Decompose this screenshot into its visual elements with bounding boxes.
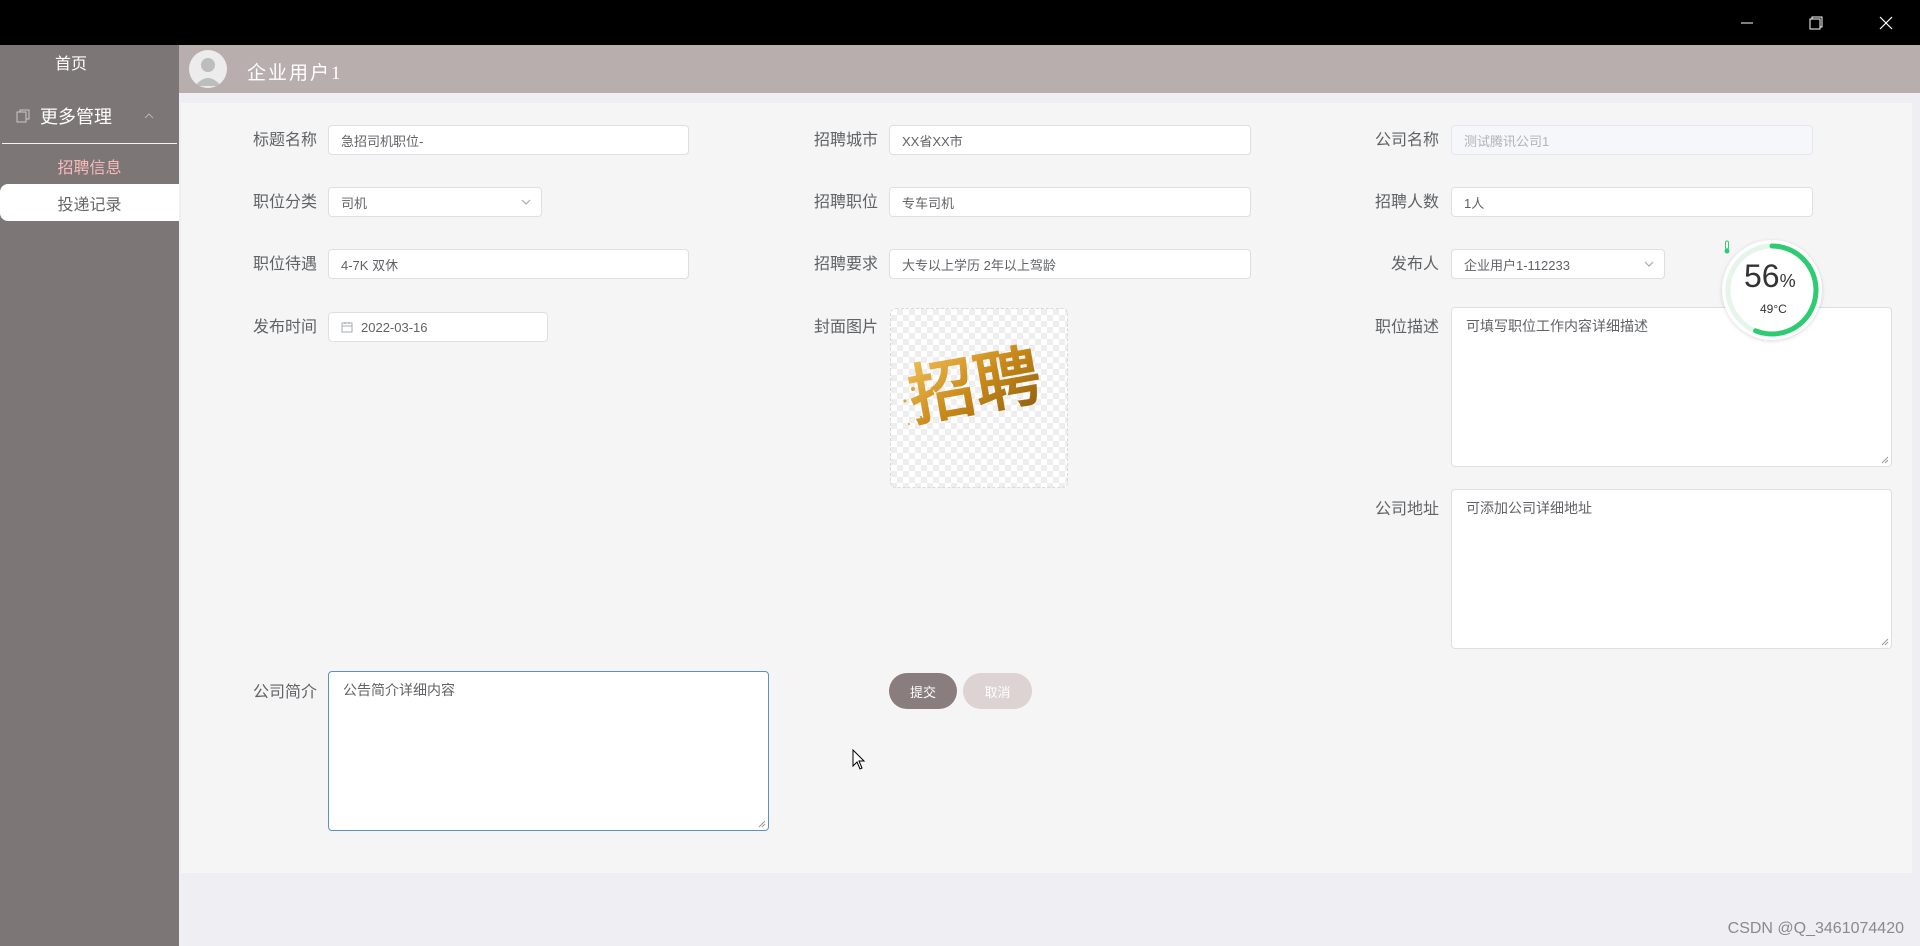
publish-time-value: 2022-03-16 xyxy=(361,319,428,335)
job-desc-value: 可填写职位工作内容详细描述 xyxy=(1466,318,1648,334)
nav-group-label: 更多管理 xyxy=(40,107,112,127)
close-icon xyxy=(1879,16,1892,29)
publish-time-label: 发布时间 xyxy=(252,319,317,336)
cover-image: 招聘 xyxy=(903,336,1047,436)
gauge-percent-value: 56 xyxy=(1744,258,1780,294)
calendar-icon xyxy=(341,322,353,333)
salary-input[interactable]: 4-7K 双休 xyxy=(328,249,689,279)
address-textarea[interactable]: 可添加公司详细地址 xyxy=(1451,489,1892,649)
publisher-label: 发布人 xyxy=(1390,256,1439,273)
job-desc-label: 职位描述 xyxy=(1374,319,1439,336)
gauge-percent-sign: % xyxy=(1779,271,1796,291)
cover-image-upload[interactable]: 招聘 xyxy=(890,308,1068,488)
publisher-select-value: 企业用户1-112233 xyxy=(1464,257,1570,273)
nav-divider xyxy=(2,143,177,144)
sidebar-item-recruitment-info[interactable]: 招聘信息 xyxy=(0,147,179,184)
window-titlebar xyxy=(0,0,1920,45)
close-button[interactable] xyxy=(1851,0,1920,45)
requirement-label: 招聘要求 xyxy=(813,256,878,273)
thermometer-icon xyxy=(1724,240,1730,254)
position-input[interactable]: 专车司机 xyxy=(889,187,1251,217)
requirement-input[interactable]: 大专以上学历 2年以上驾龄 xyxy=(889,249,1251,279)
minimize-button[interactable] xyxy=(1712,0,1781,45)
restore-icon xyxy=(1809,16,1822,29)
user-icon xyxy=(195,58,221,86)
title-label: 标题名称 xyxy=(252,132,317,149)
requirement-input-value: 大专以上学历 2年以上驾龄 xyxy=(902,257,1056,273)
salary-label: 职位待遇 xyxy=(252,256,317,273)
category-select-value: 司机 xyxy=(341,195,368,211)
cover-art-text: 招聘 xyxy=(903,336,1047,436)
intro-value: 公告简介详细内容 xyxy=(343,682,455,698)
position-input-value: 专车司机 xyxy=(902,195,955,211)
job-desc-textarea[interactable]: 可填写职位工作内容详细描述 xyxy=(1451,307,1892,467)
copy-icon xyxy=(16,109,30,123)
address-value: 可添加公司详细地址 xyxy=(1466,500,1592,516)
resize-handle-icon[interactable] xyxy=(1881,638,1889,646)
position-label: 招聘职位 xyxy=(813,194,878,211)
publisher-select[interactable]: 企业用户1-112233 xyxy=(1451,249,1665,279)
address-label: 公司地址 xyxy=(1374,501,1439,518)
gauge-temperature: 49°C xyxy=(1760,302,1787,316)
city-input[interactable]: XX省XX市 xyxy=(889,125,1251,155)
restore-button[interactable] xyxy=(1781,0,1850,45)
category-select[interactable]: 司机 xyxy=(328,187,542,217)
avatar[interactable] xyxy=(189,50,227,88)
city-input-value: XX省XX市 xyxy=(902,133,963,149)
mouse-cursor-icon xyxy=(852,749,866,770)
minimize-icon xyxy=(1740,22,1753,23)
header: 企业用户1 xyxy=(179,45,1920,93)
headcount-label: 招聘人数 xyxy=(1374,194,1439,211)
watermark: CSDN @Q_3461074420 xyxy=(1727,920,1904,937)
company-name-value: 测试腾讯公司1 xyxy=(1464,133,1550,149)
system-gauge-widget[interactable]: 56% 49°C xyxy=(1722,240,1822,340)
nav-home[interactable]: 首页 xyxy=(0,45,142,78)
resize-handle-icon[interactable] xyxy=(1881,456,1889,464)
header-user-name: 企业用户1 xyxy=(247,63,343,84)
company-name-label: 公司名称 xyxy=(1374,132,1439,149)
nav-group-more-management[interactable]: 更多管理 xyxy=(0,93,179,139)
chevron-down-icon xyxy=(1644,261,1654,267)
company-name-input: 测试腾讯公司1 xyxy=(1451,125,1813,155)
submit-button[interactable]: 提交 xyxy=(889,673,957,709)
gauge-percent: 56% xyxy=(1744,258,1796,295)
intro-textarea[interactable]: 公告简介详细内容 xyxy=(328,671,769,831)
sidebar-item-delivery-records[interactable]: 投递记录 xyxy=(0,184,179,221)
cancel-button[interactable]: 取消 xyxy=(963,673,1032,709)
chevron-up-icon xyxy=(144,113,154,119)
title-input-value: 急招司机职位- xyxy=(341,133,424,149)
title-input[interactable]: 急招司机职位- xyxy=(328,125,689,155)
salary-input-value: 4-7K 双休 xyxy=(341,257,399,273)
intro-label: 公司简介 xyxy=(252,684,317,701)
cover-label: 封面图片 xyxy=(813,319,878,336)
city-label: 招聘城市 xyxy=(813,132,878,149)
headcount-input-value: 1人 xyxy=(1464,195,1485,211)
sidebar: 首页 更多管理 招聘信息 投递记录 xyxy=(0,45,179,946)
resize-handle-icon[interactable] xyxy=(758,820,766,828)
category-label: 职位分类 xyxy=(252,194,317,211)
publish-time-datepicker[interactable]: 2022-03-16 xyxy=(328,312,548,342)
chevron-down-icon xyxy=(521,199,531,205)
headcount-input[interactable]: 1人 xyxy=(1451,187,1813,217)
